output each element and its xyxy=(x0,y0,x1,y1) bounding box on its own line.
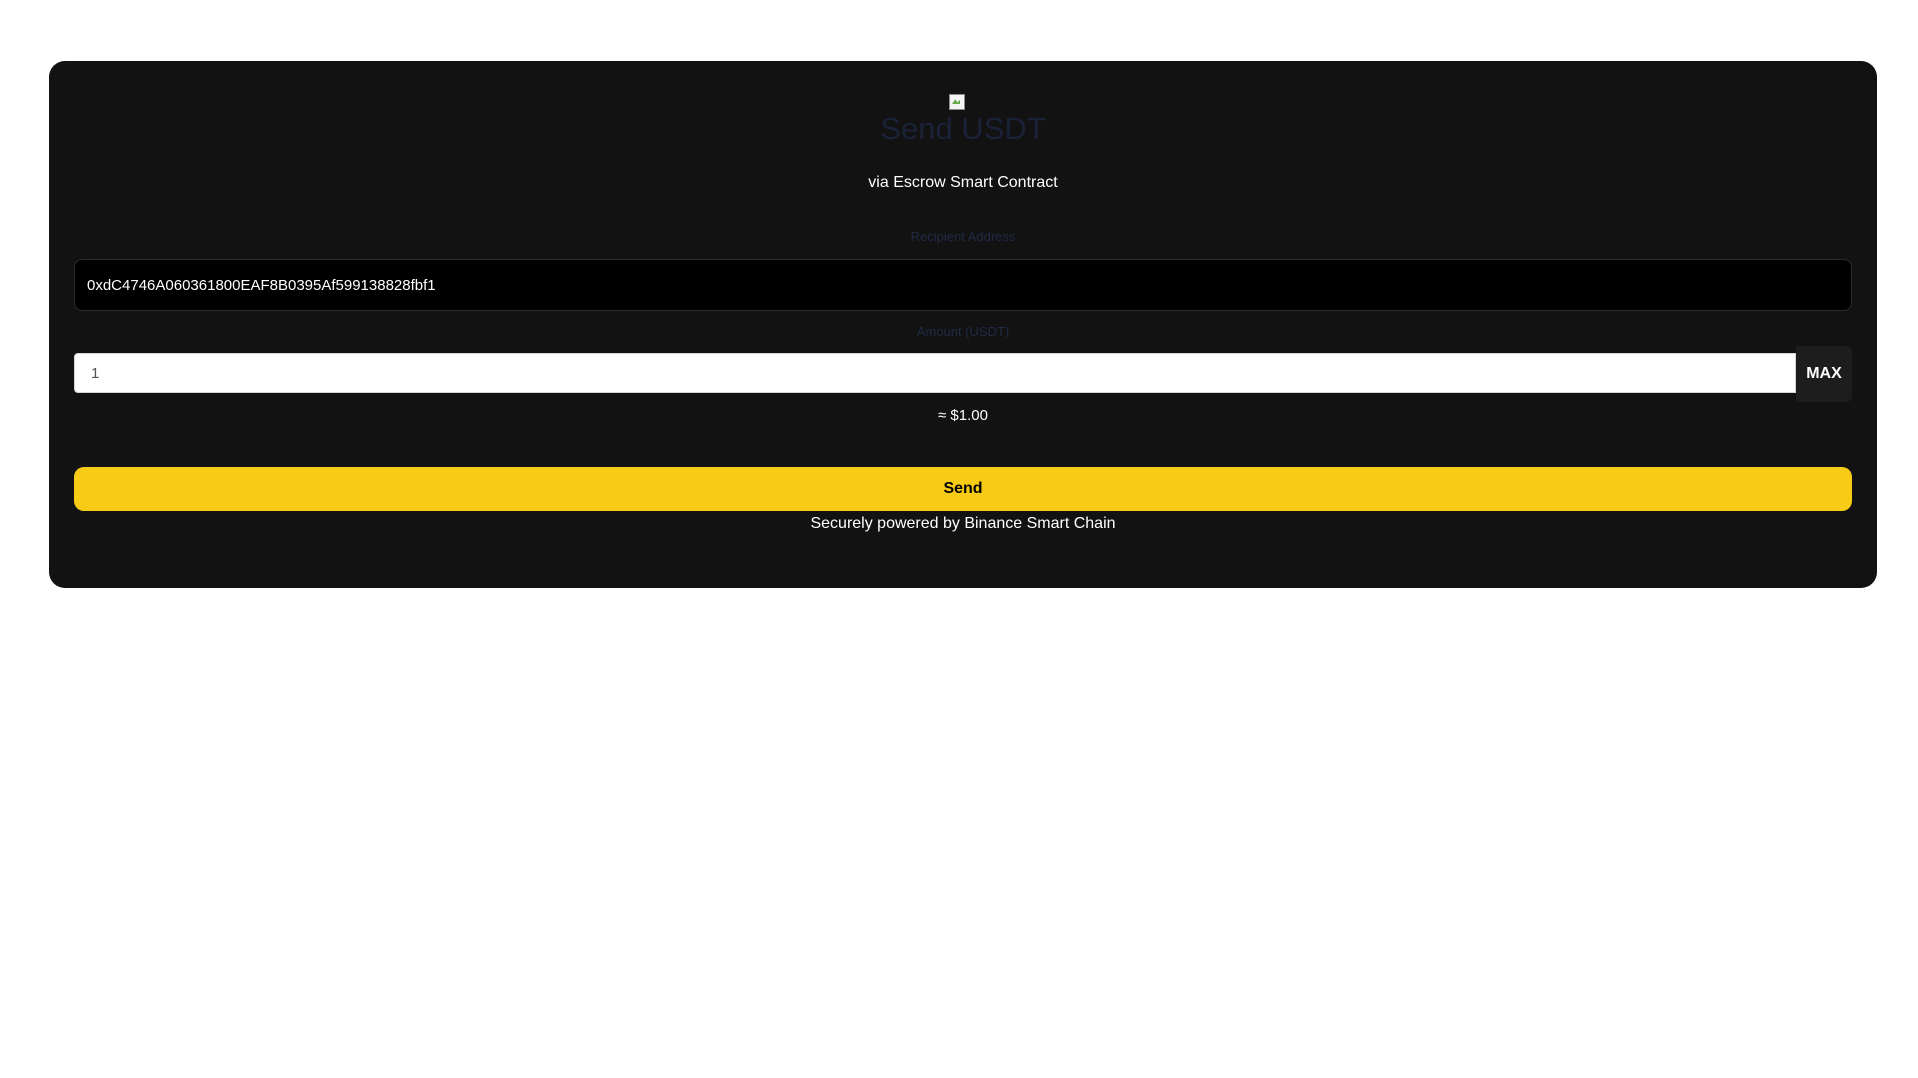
footer-text: Securely powered by Binance Smart Chain xyxy=(810,515,1116,532)
amount-label: Amount (USDT) xyxy=(916,324,1010,339)
amount-input[interactable] xyxy=(74,353,1796,393)
broken-image-icon xyxy=(949,94,965,110)
send-card: Send USDT via Escrow Smart Contract Reci… xyxy=(49,61,1877,588)
page-title: Send USDT xyxy=(880,111,1046,146)
recipient-address-label: Recipient Address xyxy=(910,229,1016,244)
send-button[interactable]: Send xyxy=(74,467,1852,511)
max-button[interactable]: MAX xyxy=(1796,346,1852,402)
recipient-address-input[interactable] xyxy=(74,259,1852,311)
usd-estimate: ≈ $1.00 xyxy=(938,407,988,424)
amount-row: MAX xyxy=(74,346,1852,402)
page-subtitle: via Escrow Smart Contract xyxy=(868,174,1058,191)
